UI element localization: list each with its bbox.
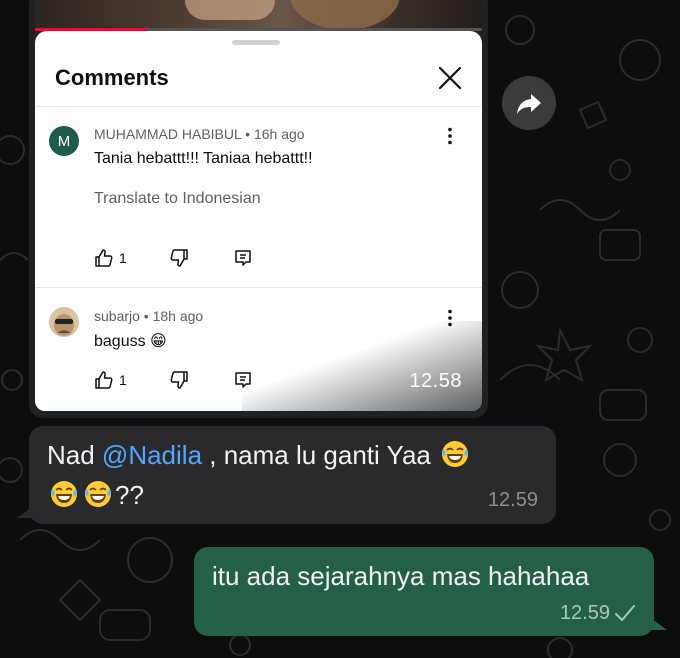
thumb-up-icon <box>94 248 114 268</box>
comment-item: M MUHAMMAD HABIBUL • 16h ago Tania hebat… <box>35 106 482 287</box>
bubble-tail <box>651 618 667 630</box>
video-frame-hand <box>185 0 275 20</box>
bubble-tail <box>17 506 33 518</box>
sheet-drag-handle <box>232 40 280 45</box>
mention-link[interactable]: @Nadila <box>102 440 202 470</box>
forward-button[interactable] <box>502 76 556 130</box>
comment-author-meta: MUHAMMAD HABIBUL • 16h ago <box>94 126 305 142</box>
media-time-shade <box>242 321 482 411</box>
message-text-prefix: Nad <box>47 440 102 470</box>
message-text: itu ada sejarahnya mas hahahaa <box>212 561 590 591</box>
message-timestamp: 12.59 <box>559 602 610 624</box>
avatar: M <box>49 126 79 156</box>
media-timestamp: 12.58 <box>409 370 462 392</box>
comments-title: Comments <box>55 65 169 90</box>
comments-sheet: Comments M MUHAMMAD HABIBUL • 16h ago Ta… <box>35 31 482 411</box>
thumb-down-icon <box>169 370 189 390</box>
check-icon <box>615 605 635 621</box>
close-icon <box>433 61 467 95</box>
more-vert-icon <box>440 126 460 146</box>
forward-icon <box>517 94 541 114</box>
comment-actions: 1 <box>94 247 253 269</box>
laughing-emoji-icon <box>442 441 469 467</box>
message-text-line-2: ?? <box>47 479 144 511</box>
message-text-line-1: Nad @Nadila , nama lu ganti Yaa <box>47 439 472 471</box>
message-text-after-mention: , nama lu ganti Yaa <box>202 440 431 470</box>
avatar-letter: M <box>57 132 71 150</box>
translate-link: Translate to Indonesian <box>94 190 261 207</box>
media-message-bubble[interactable]: Comments M MUHAMMAD HABIBUL • 16h ago Ta… <box>29 0 488 418</box>
thumb-up-icon <box>94 370 114 390</box>
outgoing-message-bubble[interactable]: itu ada sejarahnya mas hahahaa 12.59 <box>194 547 667 636</box>
video-frame-guitar <box>290 0 400 30</box>
comment-text: Tania hebattt!!! Taniaa hebattt!! <box>94 150 313 167</box>
thumb-down-icon <box>169 248 189 268</box>
avatar <box>49 307 79 337</box>
comment-author-meta: subarjo • 18h ago <box>94 308 204 324</box>
laughing-emoji-icon <box>84 481 112 507</box>
laughing-emoji-icon <box>50 481 78 507</box>
comment-actions: 1 <box>94 369 253 391</box>
like-count: 1 <box>119 372 127 388</box>
like-count: 1 <box>119 250 127 266</box>
message-timestamp: 12.59 <box>487 489 538 511</box>
incoming-message-bubble[interactable]: Nad @Nadila , nama lu ganti Yaa ?? 12.59 <box>17 426 556 524</box>
reply-icon <box>233 248 253 268</box>
message-text-suffix: ?? <box>115 480 144 510</box>
comment-text: baguss 😁 <box>94 333 167 350</box>
